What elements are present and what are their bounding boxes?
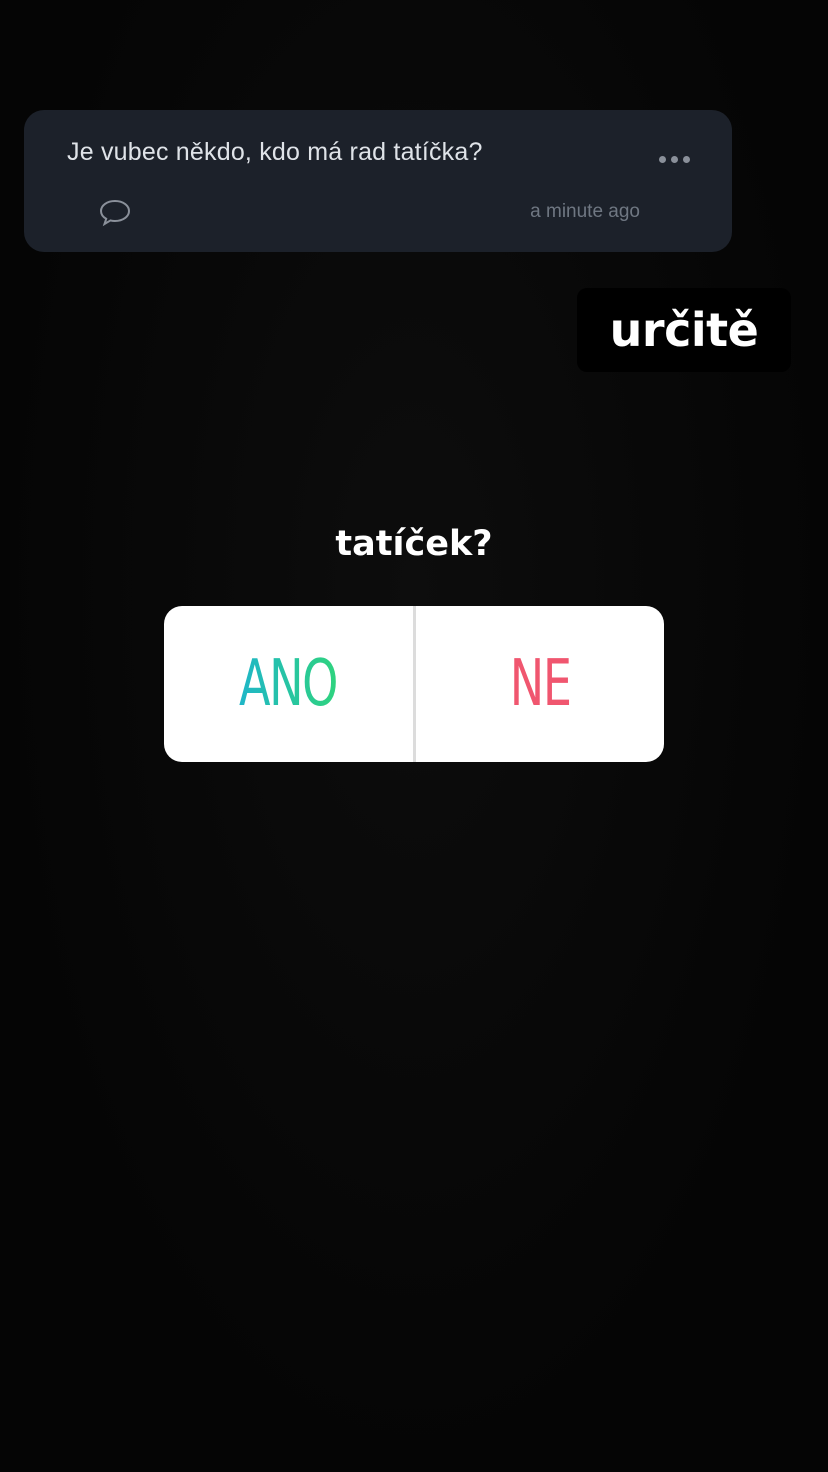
comment-bubble-icon[interactable]: [98, 198, 132, 228]
more-horizontal-icon[interactable]: [659, 156, 690, 163]
dot: [671, 156, 678, 163]
timestamp: a minute ago: [530, 201, 640, 222]
poll-option-yes-label: ANO: [239, 647, 338, 721]
answer-text: určitě: [609, 303, 759, 357]
poll-sticker: ANO NE: [164, 606, 664, 762]
question-card: Je vubec někdo, kdo má rad tatíčka? a mi…: [24, 110, 732, 252]
question-text: Je vubec někdo, kdo má rad tatíčka?: [67, 138, 483, 166]
dot: [683, 156, 690, 163]
answer-sticker: určitě: [577, 288, 791, 372]
story-screen: Je vubec někdo, kdo má rad tatíčka? a mi…: [0, 0, 828, 1472]
poll-option-no-label: NE: [509, 647, 571, 721]
dot: [659, 156, 666, 163]
poll-option-yes[interactable]: ANO: [164, 606, 413, 762]
poll-option-no[interactable]: NE: [416, 606, 665, 762]
poll-question: tatíček?: [335, 524, 493, 564]
